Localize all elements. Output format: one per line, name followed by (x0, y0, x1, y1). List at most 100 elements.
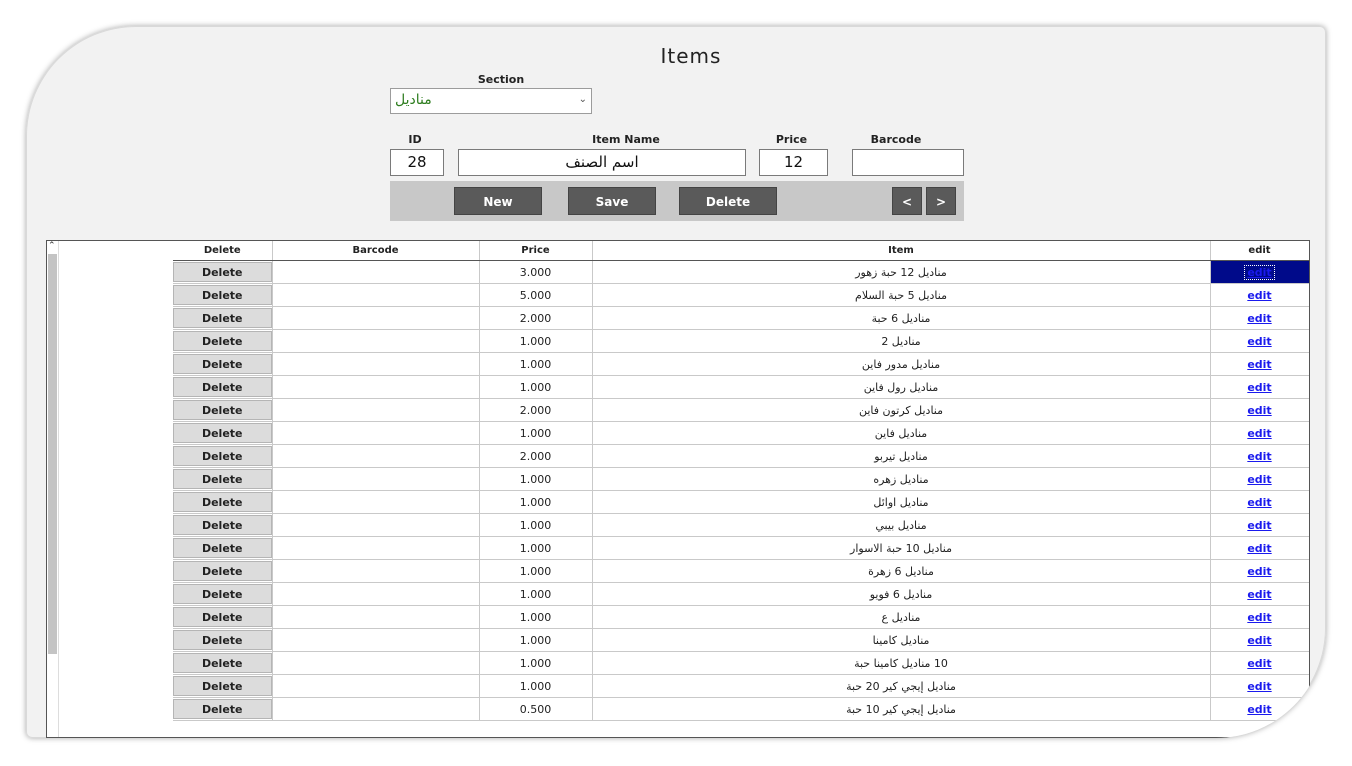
row-delete-button[interactable]: Delete (173, 653, 272, 673)
table-row[interactable]: Delete 1.000 مناديل إيجي كير 20 حبة edit (173, 674, 1309, 698)
edit-cell: edit (1210, 260, 1309, 284)
barcode-cell (272, 651, 480, 675)
row-delete-button[interactable]: Delete (173, 676, 272, 696)
row-delete-button[interactable]: Delete (173, 262, 272, 282)
table-row[interactable]: Delete 1.000 مناديل 6 فويو edit (173, 582, 1309, 606)
table-row[interactable]: Delete 1.000 مناديل 10 حبة الاسوار edit (173, 536, 1309, 560)
table-row[interactable]: Delete 1.000 مناديل ع edit (173, 605, 1309, 629)
col-header-item[interactable]: Item (592, 241, 1211, 261)
section-selected-value: مناديل (395, 92, 432, 108)
row-delete-button[interactable]: Delete (173, 285, 272, 305)
row-edit-link[interactable]: edit (1247, 519, 1271, 532)
item-cell: مناديل 5 حبة السلام (592, 283, 1211, 307)
edit-cell: edit (1210, 559, 1309, 583)
row-edit-link[interactable]: edit (1244, 264, 1275, 280)
edit-cell: edit (1210, 582, 1309, 606)
row-edit-link[interactable]: edit (1247, 381, 1271, 394)
prev-record-button[interactable]: < (892, 187, 922, 215)
table-row[interactable]: Delete 1.000 مناديل بيبي edit (173, 513, 1309, 537)
row-delete-button[interactable]: Delete (173, 607, 272, 627)
table-row[interactable]: Delete 3.000 مناديل 12 حبة زهور edit (173, 260, 1309, 284)
table-row[interactable]: Delete 1.000 مناديل فاين edit (173, 421, 1309, 445)
row-delete-button[interactable]: Delete (173, 630, 272, 650)
edit-cell: edit (1210, 628, 1309, 652)
table-row[interactable]: Delete 1.000 مناديل اوائل edit (173, 490, 1309, 514)
table-row[interactable]: Delete 1.000 مناديل كامينا edit (173, 628, 1309, 652)
table-row[interactable]: Delete 1.000 مناديل زهره edit (173, 467, 1309, 491)
row-delete-button[interactable]: Delete (173, 331, 272, 351)
row-edit-link[interactable]: edit (1247, 611, 1271, 624)
barcode-cell (272, 375, 480, 399)
scrollbar-thumb[interactable] (48, 254, 57, 654)
row-delete-button[interactable]: Delete (173, 469, 272, 489)
barcode-field[interactable] (852, 149, 964, 176)
row-edit-link[interactable]: edit (1247, 473, 1271, 486)
price-cell: 3.000 (479, 260, 593, 284)
table-row[interactable]: Delete 1.000 مناديل مدور فاين edit (173, 352, 1309, 376)
save-button[interactable]: Save (568, 187, 656, 215)
edit-cell: edit (1210, 398, 1309, 422)
delete-button[interactable]: Delete (679, 187, 777, 215)
row-edit-link[interactable]: edit (1247, 634, 1271, 647)
table-row[interactable]: Delete 1.000 مناديل رول فاين edit (173, 375, 1309, 399)
vertical-scrollbar[interactable]: ⌃ (47, 241, 59, 737)
delete-cell: Delete (173, 467, 273, 491)
row-delete-button[interactable]: Delete (173, 354, 272, 374)
barcode-cell (272, 283, 480, 307)
table-row[interactable]: Delete 1.000 مناديل 2 edit (173, 329, 1309, 353)
price-field[interactable]: 12 (759, 149, 828, 176)
row-delete-button[interactable]: Delete (173, 561, 272, 581)
row-delete-button[interactable]: Delete (173, 584, 272, 604)
row-edit-link[interactable]: edit (1247, 703, 1271, 716)
price-cell: 1.000 (479, 605, 593, 629)
table-row[interactable]: Delete 1.000 10 مناديل كامينا حبة edit (173, 651, 1309, 675)
row-edit-link[interactable]: edit (1247, 680, 1271, 693)
col-header-delete[interactable]: Delete (173, 241, 273, 261)
id-field[interactable]: 28 (390, 149, 444, 176)
row-edit-link[interactable]: edit (1247, 657, 1271, 670)
row-edit-link[interactable]: edit (1247, 542, 1271, 555)
delete-cell: Delete (173, 651, 273, 675)
table-row[interactable]: Delete 0.500 مناديل إيجي كير 10 حبة edit (173, 697, 1309, 721)
scroll-up-icon[interactable]: ⌃ (48, 241, 56, 251)
row-edit-link[interactable]: edit (1247, 404, 1271, 417)
row-delete-button[interactable]: Delete (173, 400, 272, 420)
row-delete-button[interactable]: Delete (173, 515, 272, 535)
barcode-cell (272, 490, 480, 514)
col-header-barcode[interactable]: Barcode (272, 241, 480, 261)
col-header-price[interactable]: Price (479, 241, 593, 261)
row-edit-link[interactable]: edit (1247, 358, 1271, 371)
row-delete-button[interactable]: Delete (173, 538, 272, 558)
delete-cell: Delete (173, 513, 273, 537)
row-edit-link[interactable]: edit (1247, 335, 1271, 348)
row-delete-button[interactable]: Delete (173, 446, 272, 466)
row-delete-button[interactable]: Delete (173, 492, 272, 512)
row-edit-link[interactable]: edit (1247, 588, 1271, 601)
item-name-field[interactable]: اسم الصنف (458, 149, 746, 176)
row-edit-link[interactable]: edit (1247, 312, 1271, 325)
window-title: Items (660, 44, 722, 68)
row-delete-button[interactable]: Delete (173, 423, 272, 443)
row-delete-button[interactable]: Delete (173, 308, 272, 328)
table-row[interactable]: Delete 2.000 مناديل تيربو edit (173, 444, 1309, 468)
price-cell: 1.000 (479, 375, 593, 399)
item-name-label: Item Name (592, 133, 660, 146)
row-delete-button[interactable]: Delete (173, 699, 272, 719)
new-button[interactable]: New (454, 187, 542, 215)
table-row[interactable]: Delete 1.000 مناديل 6 زهرة edit (173, 559, 1309, 583)
row-edit-link[interactable]: edit (1247, 427, 1271, 440)
section-dropdown[interactable]: مناديل ⌄ (390, 88, 592, 114)
edit-cell: edit (1210, 375, 1309, 399)
row-edit-link[interactable]: edit (1247, 565, 1271, 578)
row-edit-link[interactable]: edit (1247, 496, 1271, 509)
next-record-button[interactable]: > (926, 187, 956, 215)
row-edit-link[interactable]: edit (1247, 289, 1271, 302)
col-header-edit[interactable]: edit (1210, 241, 1309, 261)
price-cell: 1.000 (479, 559, 593, 583)
row-delete-button[interactable]: Delete (173, 377, 272, 397)
row-edit-link[interactable]: edit (1247, 450, 1271, 463)
chevron-down-icon[interactable]: ⌄ (579, 94, 587, 105)
table-row[interactable]: Delete 5.000 مناديل 5 حبة السلام edit (173, 283, 1309, 307)
table-row[interactable]: Delete 2.000 مناديل 6 حبة edit (173, 306, 1309, 330)
table-row[interactable]: Delete 2.000 مناديل كرتون فاين edit (173, 398, 1309, 422)
